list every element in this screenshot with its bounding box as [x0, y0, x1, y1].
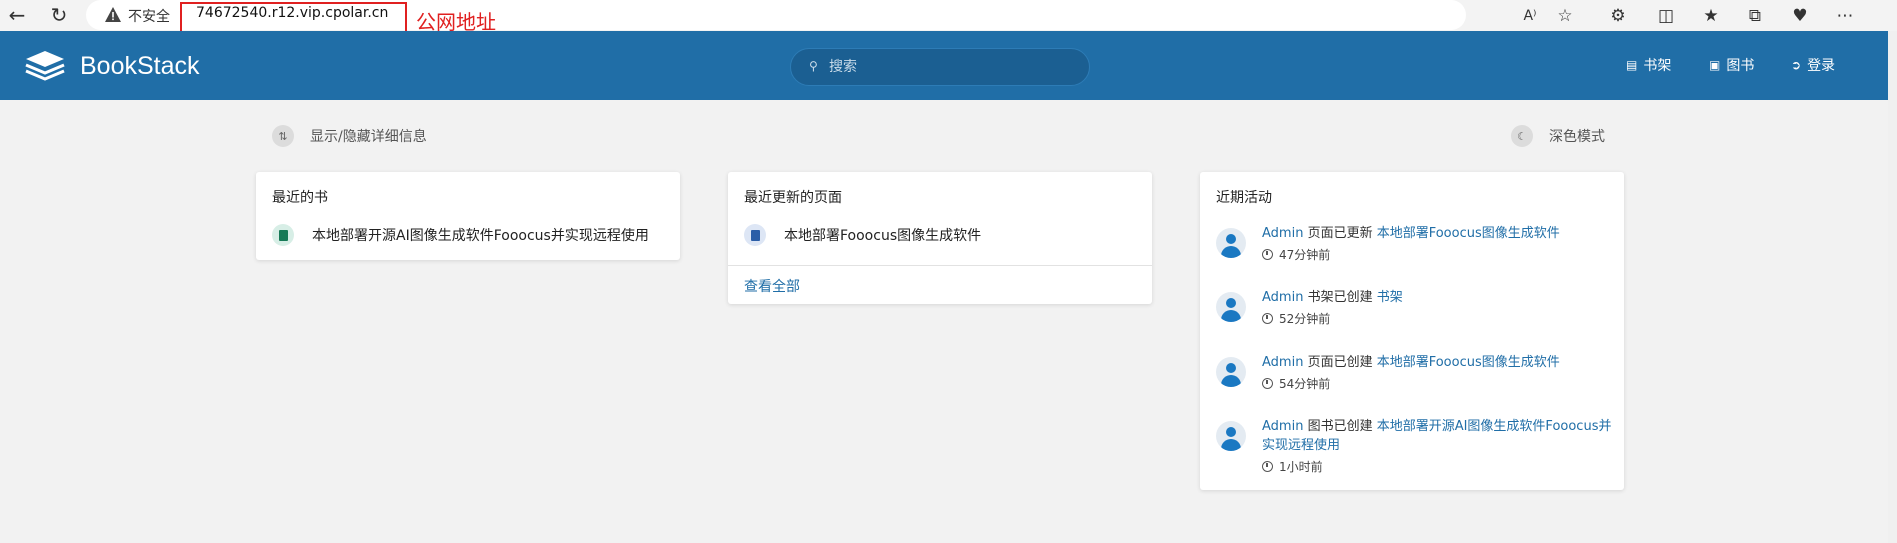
activity-text: Admin 页面已更新 本地部署Fooocus图像生成软件 [1262, 224, 1614, 243]
view-all-link[interactable]: 查看全部 [744, 276, 800, 296]
clock-icon [1262, 313, 1273, 324]
browser-essentials-icon[interactable]: ♥ [1788, 4, 1812, 28]
activity-time: 1小时前 [1262, 458, 1323, 475]
nav-books-link[interactable]: ▣ 图书 [1709, 55, 1754, 75]
login-icon: ➲ [1791, 58, 1802, 72]
read-aloud-icon[interactable]: A⁾ [1518, 4, 1542, 28]
recent-page-item[interactable]: 本地部署Fooocus图像生成软件 [744, 224, 981, 246]
toggle-details-button[interactable]: ⇅ 显示/隐藏详细信息 [272, 125, 427, 147]
activity-time-label: 47分钟前 [1279, 248, 1331, 262]
moon-icon: ☾ [1511, 125, 1533, 147]
activity-user-link[interactable]: Admin [1262, 419, 1303, 434]
extensions-icon[interactable]: ⚙ [1606, 4, 1630, 28]
nav-books-label: 图书 [1726, 58, 1755, 74]
activity-time-label: 1小时前 [1279, 460, 1323, 474]
reload-icon[interactable]: ↻ [46, 2, 72, 28]
activity-user-link[interactable]: Admin [1262, 355, 1303, 370]
dark-mode-label: 深色模式 [1549, 129, 1605, 145]
activity-action: 图书已创建 [1303, 419, 1377, 434]
clock-icon [1262, 378, 1273, 389]
activity-user-link[interactable]: Admin [1262, 226, 1303, 241]
recent-page-title: 本地部署Fooocus图像生成软件 [784, 228, 982, 244]
more-menu-icon[interactable]: ⋯ [1833, 4, 1857, 28]
nav-login-label: 登录 [1807, 58, 1836, 74]
brand-link[interactable]: BookStack [24, 47, 200, 85]
shelves-icon: ▤ [1626, 58, 1638, 72]
search-box[interactable]: ⚲ [790, 48, 1090, 86]
collections-icon[interactable]: ⧉ [1743, 4, 1767, 28]
app-header: BookStack ⚲ ▤ 书架 ▣ 图书 ➲ 登录 [0, 31, 1897, 100]
back-icon[interactable]: ← [4, 2, 30, 28]
recent-activity-card: 近期活动 Admin 页面已更新 本地部署Fooocus图像生成软件 47分钟前… [1200, 172, 1624, 490]
activity-text: Admin 页面已创建 本地部署Fooocus图像生成软件 [1262, 353, 1614, 372]
activity-time: 52分钟前 [1262, 310, 1330, 327]
insecure-label: 不安全 [128, 9, 170, 25]
page-icon [744, 224, 766, 246]
activity-item: Admin 页面已更新 本地部署Fooocus图像生成软件 47分钟前 [1216, 224, 1616, 274]
recent-book-title: 本地部署开源AI图像生成软件Fooocus并实现远程使用 [312, 228, 649, 244]
book-icon [272, 224, 294, 246]
activity-item: Admin 图书已创建 本地部署开源AI图像生成软件Fooocus并实现远程使用… [1216, 417, 1616, 479]
recent-pages-card: 最近更新的页面 本地部署Fooocus图像生成软件 查看全部 [728, 172, 1152, 304]
warning-icon [105, 7, 121, 22]
brand-name: BookStack [80, 51, 200, 80]
recent-books-title: 最近的书 [272, 190, 328, 206]
search-input[interactable] [829, 57, 1069, 77]
favorite-star-icon[interactable]: ☆ [1553, 4, 1577, 28]
activity-target-link[interactable]: 书架 [1377, 290, 1403, 305]
user-avatar [1216, 228, 1246, 258]
activity-user-link[interactable]: Admin [1262, 290, 1303, 305]
user-avatar [1216, 421, 1246, 451]
recent-activity-title: 近期活动 [1216, 190, 1272, 206]
bookstack-logo-icon [25, 51, 65, 81]
book-icon: ▣ [1709, 58, 1721, 72]
activity-target-link[interactable]: 本地部署Fooocus图像生成软件 [1377, 226, 1560, 241]
activity-text: Admin 图书已创建 本地部署开源AI图像生成软件Fooocus并实现远程使用 [1262, 417, 1614, 455]
activity-target-link[interactable]: 本地部署Fooocus图像生成软件 [1377, 355, 1560, 370]
search-icon: ⚲ [809, 59, 818, 73]
recent-book-item[interactable]: 本地部署开源AI图像生成软件Fooocus并实现远程使用 [272, 224, 649, 246]
nav-shelves-link[interactable]: ▤ 书架 [1626, 55, 1671, 75]
activity-item: Admin 页面已创建 本地部署Fooocus图像生成软件 54分钟前 [1216, 353, 1616, 403]
activity-time: 47分钟前 [1262, 246, 1330, 263]
divider [728, 265, 1152, 266]
nav-login-link[interactable]: ➲ 登录 [1791, 55, 1835, 75]
activity-time-label: 52分钟前 [1279, 312, 1331, 326]
clock-icon [1262, 461, 1273, 472]
activity-action: 页面已创建 [1303, 355, 1377, 370]
favorites-icon[interactable]: ★ [1699, 4, 1723, 28]
activity-text: Admin 书架已创建 书架 [1262, 288, 1614, 307]
page-scrollbar[interactable] [1888, 31, 1897, 543]
nav-shelves-label: 书架 [1643, 58, 1672, 74]
activity-time-label: 54分钟前 [1279, 377, 1331, 391]
activity-time: 54分钟前 [1262, 375, 1330, 392]
activity-item: Admin 书架已创建 书架 52分钟前 [1216, 288, 1616, 338]
activity-action: 页面已更新 [1303, 226, 1377, 241]
activity-action: 书架已创建 [1303, 290, 1377, 305]
user-avatar [1216, 357, 1246, 387]
browser-toolbar: ← ↻ 不安全 74672540.r12.vip.cpolar.cn 公网地址 … [0, 0, 1897, 40]
user-avatar [1216, 292, 1246, 322]
recent-books-card: 最近的书 本地部署开源AI图像生成软件Fooocus并实现远程使用 [256, 172, 680, 260]
dark-mode-button[interactable]: ☾ 深色模式 [1511, 125, 1605, 147]
clock-icon [1262, 249, 1273, 260]
recent-pages-title: 最近更新的页面 [744, 190, 842, 206]
split-screen-icon[interactable]: ◫ [1654, 4, 1678, 28]
toggle-details-label: 显示/隐藏详细信息 [310, 129, 427, 145]
toggle-details-icon: ⇅ [272, 125, 294, 147]
